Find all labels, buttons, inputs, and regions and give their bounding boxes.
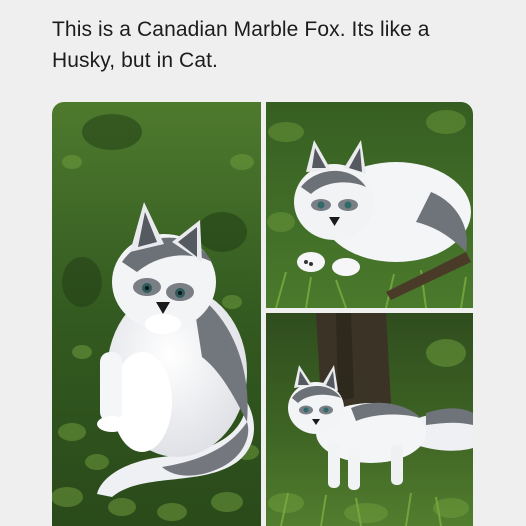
photo-fox-lying[interactable] <box>266 102 473 308</box>
photo-fox-standing[interactable] <box>266 313 473 526</box>
photo-collage <box>52 102 473 526</box>
post-caption: This is a Canadian Marble Fox. Its like … <box>52 18 430 72</box>
photo-fox-sitting[interactable] <box>52 102 261 526</box>
